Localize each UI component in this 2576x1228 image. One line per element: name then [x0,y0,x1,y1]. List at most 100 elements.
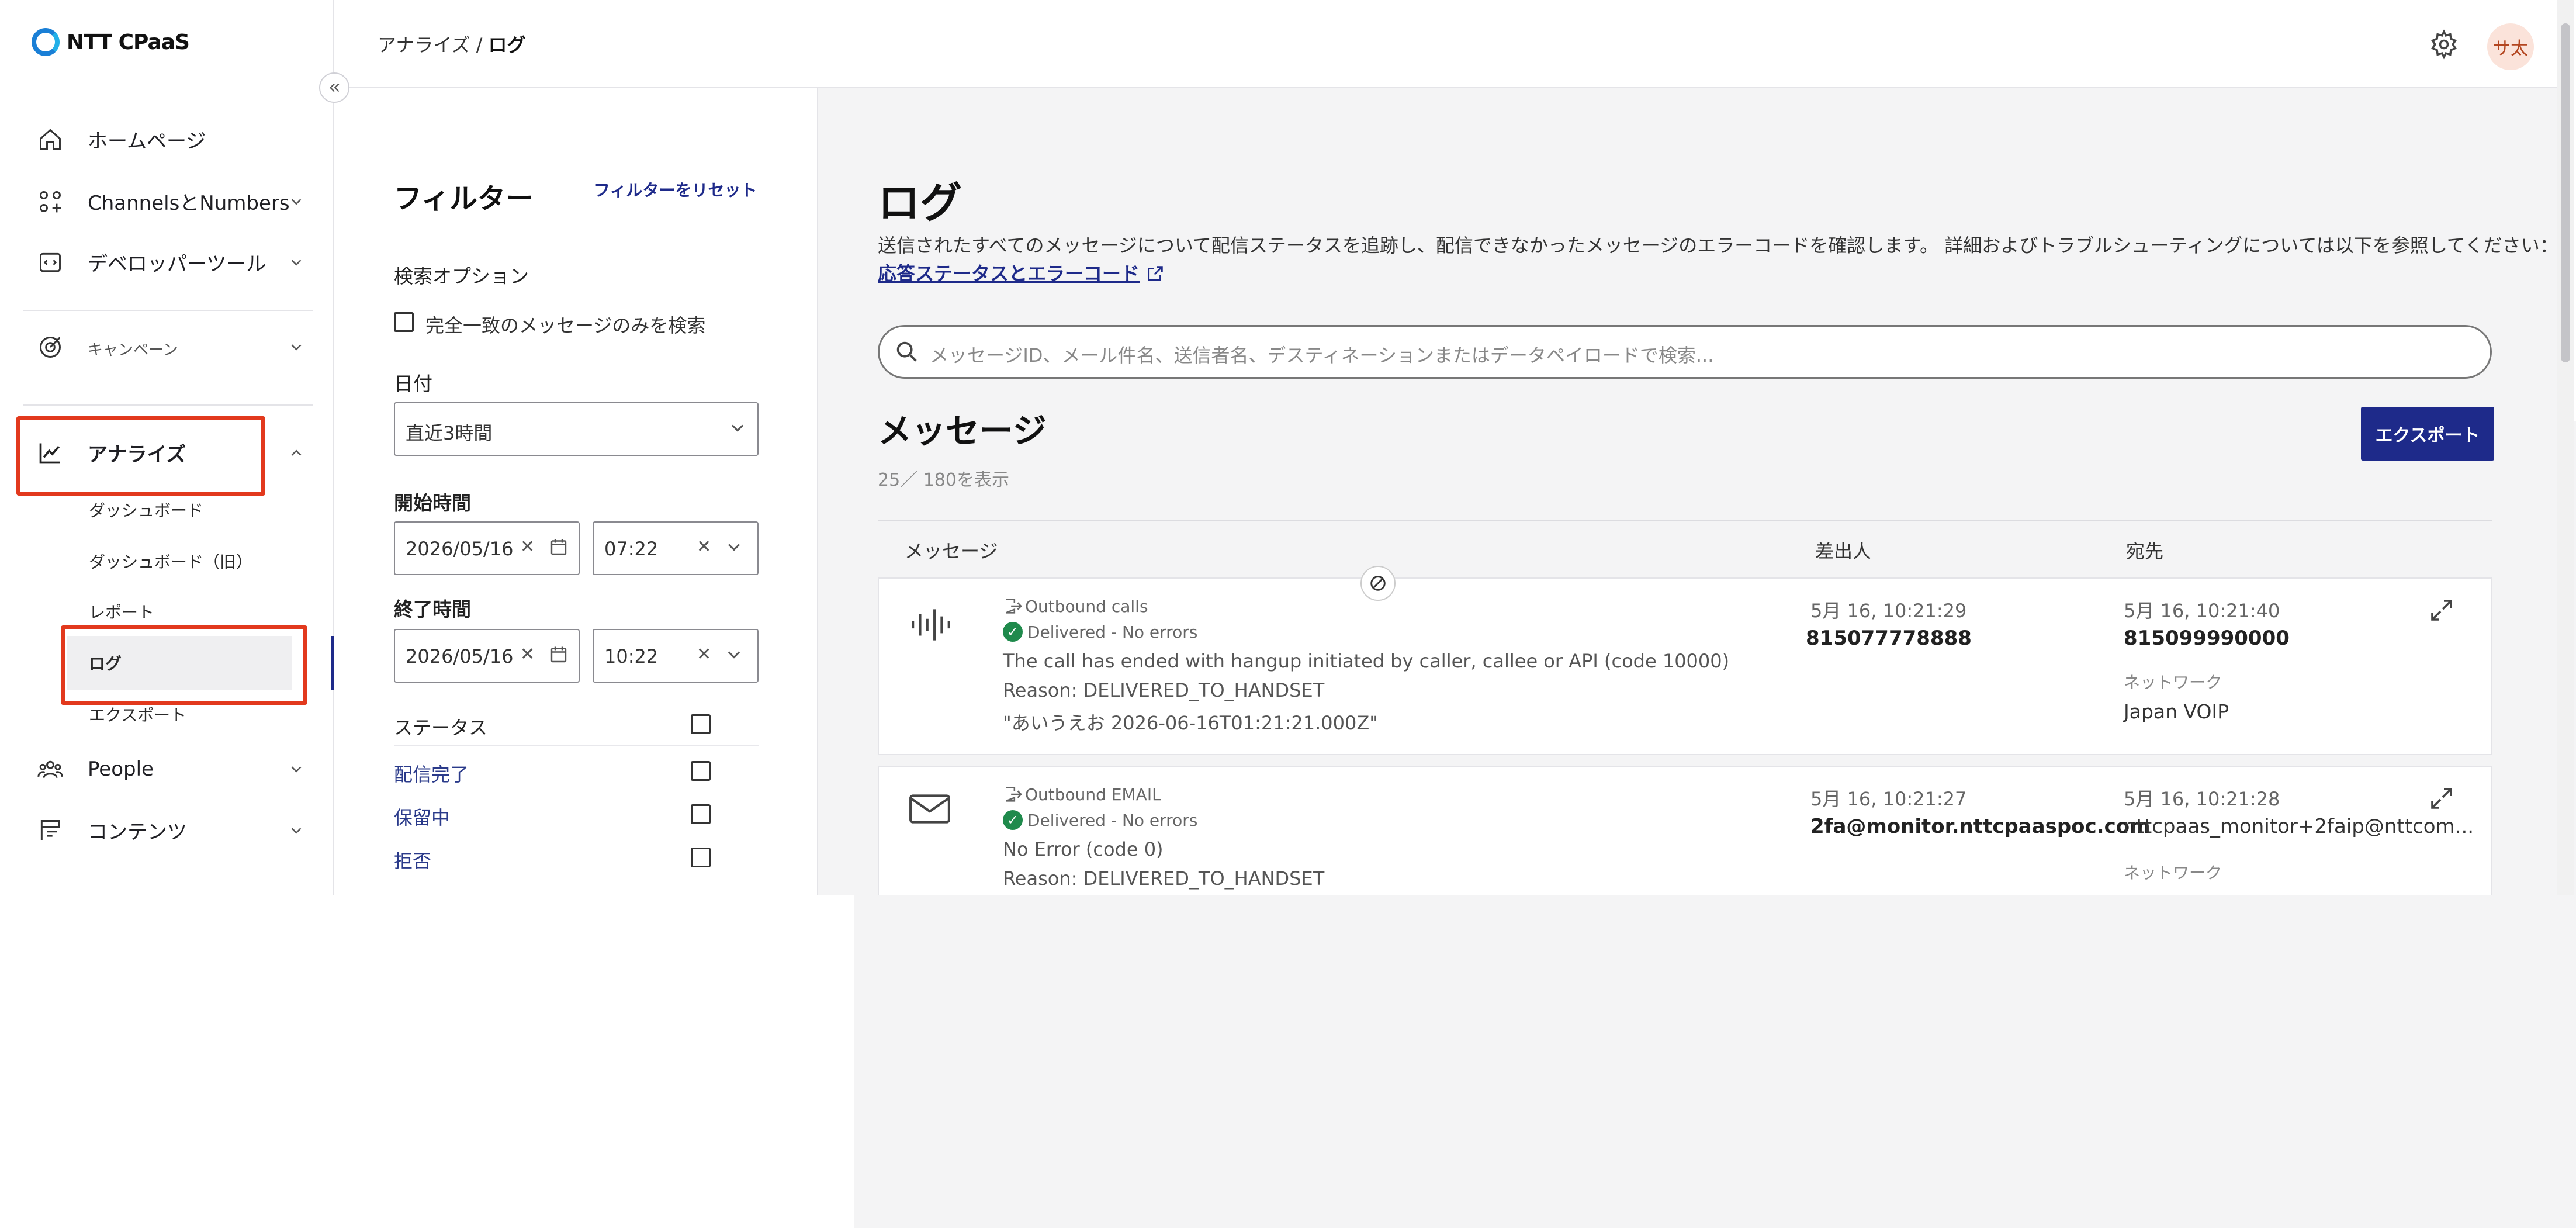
reset-filters-link[interactable]: フィルターをリセット [594,178,757,201]
sidebar-subitem-dashboard-legacy[interactable]: ダッシュボード（旧） [89,549,252,573]
clear-icon[interactable]: ✕ [697,537,711,557]
status-option-label: 配信完了 [394,763,469,786]
table-header-divider [878,520,2492,521]
filter-title: フィルター [394,182,534,215]
sidebar-subitem-dashboard[interactable]: ダッシュボード [89,498,203,521]
target-icon [36,333,64,361]
voice-waveform-icon [912,609,950,641]
network-value: Japan VOIP [2124,700,2229,723]
sidebar-item-people[interactable]: People [36,755,305,783]
envelope-icon [909,794,950,824]
sidebar-item-label: People [88,757,154,781]
sidebar-item-moments[interactable]: Moments キャンペーン [36,333,2576,1228]
exact-match-label: 完全一致のメッセージのみを検索 [425,314,706,337]
search-icon [896,341,917,362]
chevron-up-icon [291,449,302,456]
end-time-value: 10:22 [604,645,659,667]
chevron-down-icon [728,651,740,659]
message-detail: The call has ended with hangup initiated… [1003,650,1730,672]
main-content: ログ 送信されたすべてのメッセージについて配信ステータスを追跡し、配信できなかっ… [818,88,2574,895]
status-header-row: ステータス [394,703,759,746]
sidebar-item-channels[interactable]: ChannelsとNumbers [36,187,305,216]
people-icon [36,755,64,783]
clear-icon[interactable]: ✕ [520,537,535,557]
sidebar-divider [23,310,313,311]
scrollbar-thumb[interactable] [2561,23,2570,362]
sidebar-item-home[interactable]: ホームページ [36,125,305,154]
top-header: アナライズ / ログ サ太 [334,0,2574,88]
message-reason: Reason: DELIVERED_TO_HANDSET [1003,679,1325,701]
status-option-label: 拒否 [394,850,432,872]
direction-label: Outbound EMAIL [1003,784,1161,804]
message-detail: No Error (code 0) [1003,838,1164,860]
table-row[interactable]: Outbound EMAIL ✓ Delivered - No errors N… [878,766,2492,895]
export-button[interactable]: エクスポート [2361,407,2494,461]
date-select[interactable]: 直近3時間 [394,402,759,456]
logo[interactable]: NTT CPaaS [32,28,190,56]
sender-address: 2fa@monitor.nttcpaaspoc.com [1810,815,2151,838]
sidebar-item-developer-tools[interactable]: デベロッパーツール [36,248,305,276]
column-header-sender: 差出人 [1815,540,1872,562]
recipient-address: nttcpaas_monitor+2faip@nttcom... [2124,815,2474,838]
clear-icon[interactable]: ✕ [520,644,535,665]
status-row[interactable]: 拒否 [394,836,759,878]
expand-icon[interactable] [2428,784,2456,812]
column-header-recipient: 宛先 [2126,540,2164,562]
grid-plus-icon [36,188,64,216]
network-label: ネットワーク [2124,673,2222,692]
date-select-value: 直近3時間 [406,422,493,444]
clear-icon[interactable]: ✕ [697,644,711,665]
received-time: 5月 16, 10:21:28 [2124,788,2280,810]
status-all-checkbox[interactable] [691,714,711,734]
sidebar-item-label: コンテンツ [88,821,187,844]
direction-label: Outbound calls [1003,596,1148,616]
search-input[interactable]: メッセージID、メール件名、送信者名、デスティネーションまたはデータペイロードで… [878,325,2492,379]
sidebar-subitem-reports[interactable]: レポート [89,600,154,623]
status-row[interactable]: 保留中 [394,793,759,835]
sidebar-item-label: デベロッパーツール [88,252,266,276]
result-count: 25／ 180を表示 [878,470,1009,490]
start-date-input[interactable]: 2026/05/16 ✕ [394,521,580,575]
breadcrumb-parent[interactable]: アナライズ [378,34,470,56]
breadcrumb-current: ログ [488,34,526,56]
delivery-status: ✓ Delivered - No errors [1003,622,1197,642]
status-codes-link[interactable]: 応答ステータスとエラーコード [878,262,1140,285]
search-options-label: 検索オプション [394,265,529,288]
status-row[interactable]: 配信完了 [394,749,759,791]
avatar[interactable]: サ太 [2487,23,2534,70]
collapse-sidebar-button[interactable] [319,72,349,103]
block-button[interactable] [1360,566,1396,601]
logo-ring-icon [32,28,60,56]
gear-icon [2430,29,2457,60]
breadcrumb: アナライズ / ログ [378,30,526,57]
page-title: ログ [878,178,962,227]
sidebar-divider [23,404,313,406]
outbound-icon [1006,599,1022,614]
received-time: 5月 16, 10:21:40 [2124,600,2280,622]
calendar-icon[interactable] [548,537,569,558]
column-header-message: メッセージ [905,540,998,562]
exact-match-checkbox[interactable] [394,312,414,332]
sidebar-item-content[interactable]: コンテンツ [36,816,305,845]
status-rejected-checkbox[interactable] [691,848,711,867]
annotation-highlight-analyze [16,416,265,496]
table-row[interactable]: Outbound calls ✓ Delivered - No errors T… [878,577,2492,755]
status-label: ステータス [394,717,488,739]
external-link-icon[interactable] [1145,264,1165,283]
chevron-down-icon [291,198,302,205]
end-time-select[interactable]: 10:22 ✕ [593,629,759,683]
settings-button[interactable] [2429,29,2459,62]
start-date-value: 2026/05/16 [406,538,514,560]
status-option-label: 保留中 [394,807,451,829]
start-time-select[interactable]: 07:22 ✕ [593,521,759,575]
end-date-input[interactable]: 2026/05/16 ✕ [394,629,580,683]
status-delivered-checkbox[interactable] [691,761,711,781]
status-pending-checkbox[interactable] [691,804,711,824]
sidebar-item-sublabel: キャンペーン [88,341,178,359]
sidebar-subitem-export[interactable]: エクスポート [89,703,186,726]
chevron-down-icon [291,259,302,266]
expand-icon[interactable] [2428,596,2456,624]
double-chevron-left-icon [329,83,340,92]
calendar-icon[interactable] [548,644,569,665]
chevron-down-icon [731,424,744,432]
